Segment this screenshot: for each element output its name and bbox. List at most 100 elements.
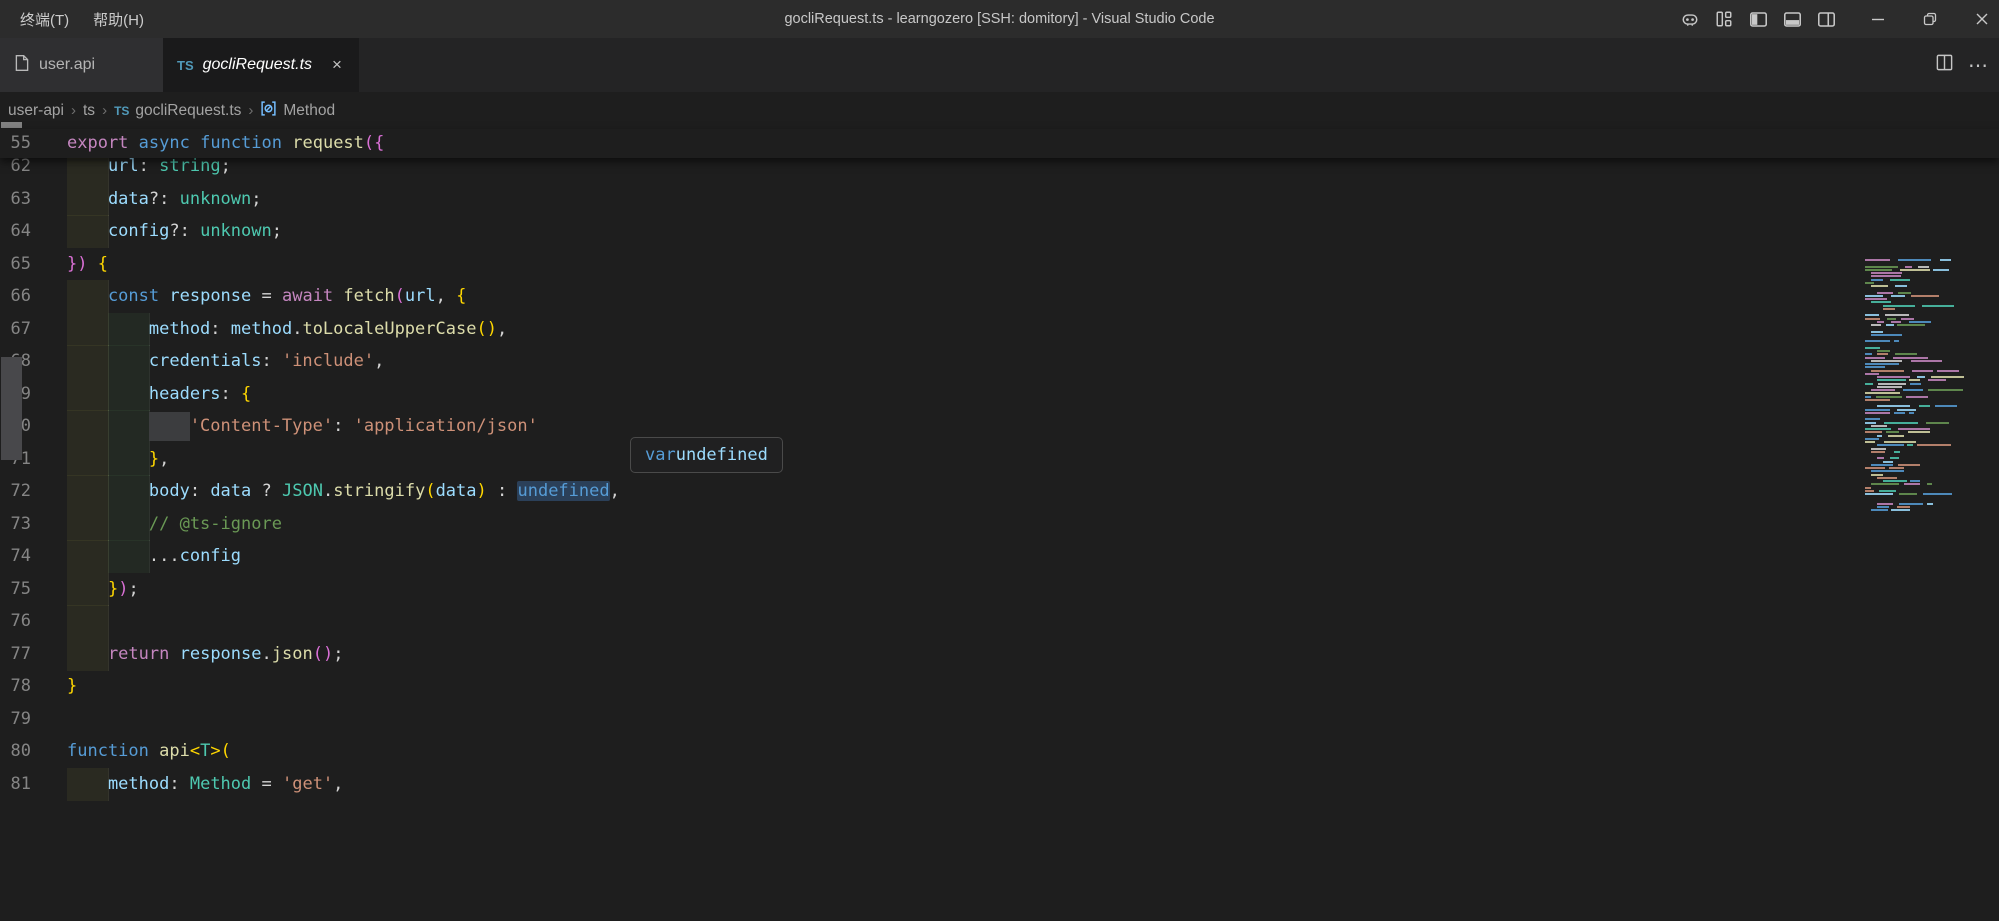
code-line-68[interactable]: 68credentials: 'include', xyxy=(0,345,1859,378)
ts-icon: TS xyxy=(114,104,129,118)
code-line-63[interactable]: 63 data?: unknown; xyxy=(0,183,1859,216)
indent-guide-band xyxy=(67,475,109,508)
tab-user-api[interactable]: user.api xyxy=(0,38,163,92)
customize-layout-icon[interactable] xyxy=(1707,0,1741,38)
code-line-66[interactable]: 66const response = await fetch(url, { xyxy=(0,280,1859,313)
code-text: method: method.toLocaleUpperCase(), xyxy=(149,313,507,346)
code-text: ...config xyxy=(149,540,241,573)
menu-terminal[interactable]: 终端(T) xyxy=(10,5,79,34)
indent-guide-band xyxy=(67,183,109,216)
code-text: // @ts-ignore xyxy=(149,508,282,541)
code-text: config?: unknown; xyxy=(108,215,282,248)
ts-icon: TS xyxy=(177,58,194,73)
indent-guide-band xyxy=(67,410,109,443)
close-icon[interactable] xyxy=(1965,0,1999,38)
indent-guide-band xyxy=(67,540,109,573)
hover-tooltip: var undefined xyxy=(630,437,783,473)
code-line-76[interactable]: 76 xyxy=(0,605,1859,638)
code-editor[interactable]: 62url: string;63data?: unknown;64config?… xyxy=(0,129,1999,792)
line-number[interactable]: 74 xyxy=(0,540,31,573)
indent-guide-band xyxy=(67,768,109,801)
code-text: } xyxy=(67,670,77,703)
indent-guide-band xyxy=(67,280,109,313)
code-text: headers: { xyxy=(149,378,251,411)
panel-bottom-icon[interactable] xyxy=(1775,0,1809,38)
line-number[interactable]: 76 xyxy=(0,605,31,638)
code-text: function api<T>( xyxy=(67,735,231,768)
line-number[interactable]: 63 xyxy=(0,183,31,216)
code-line-65[interactable]: 65 }) { xyxy=(0,248,1859,281)
code-text: return response.json(); xyxy=(108,638,344,671)
line-number[interactable]: 75 xyxy=(0,573,31,606)
code-line-80[interactable]: 80 function api<T>( xyxy=(0,735,1859,768)
tooltip-value: undefined xyxy=(676,445,768,465)
breadcrumb-item-ts-folder[interactable]: ts xyxy=(83,102,95,120)
tab-label: gocliRequest.ts xyxy=(203,56,312,74)
line-number[interactable]: 64 xyxy=(0,215,31,248)
breadcrumb-separator: › xyxy=(248,102,253,119)
breadcrumb-separator: › xyxy=(71,102,76,119)
tab-goclirequest[interactable]: TS gocliRequest.ts × xyxy=(163,38,359,92)
minimap[interactable] xyxy=(1860,258,1975,921)
line-number[interactable]: 65 xyxy=(0,248,31,281)
code-text: }) { xyxy=(67,248,108,281)
indent-guide-band xyxy=(67,508,109,541)
line-number[interactable]: 80 xyxy=(0,735,31,768)
scrollbar-thumb[interactable] xyxy=(1,357,22,460)
line-number[interactable]: 67 xyxy=(0,313,31,346)
breadcrumb-item-folder[interactable]: user-api xyxy=(8,102,64,120)
line-number[interactable]: 78 xyxy=(0,670,31,703)
indent-guide-band xyxy=(67,313,109,346)
breadcrumb-item-file[interactable]: TS gocliRequest.ts xyxy=(114,102,241,120)
line-number[interactable]: 66 xyxy=(0,280,31,313)
editor-actions: ⋯ xyxy=(1935,38,1989,92)
panel-right-icon[interactable] xyxy=(1809,0,1843,38)
code-line-75[interactable]: 75}); xyxy=(0,573,1859,606)
indent-guide-band xyxy=(108,345,150,378)
code-line-55[interactable]: 55export async function request({ xyxy=(0,129,1859,158)
line-number[interactable]: 79 xyxy=(0,703,31,736)
code-line-67[interactable]: 67 method: method.toLocaleUpperCase(), xyxy=(0,313,1859,346)
tab-close-icon[interactable]: × xyxy=(329,55,345,75)
copilot-icon[interactable] xyxy=(1673,0,1707,38)
panel-left-icon[interactable] xyxy=(1741,0,1775,38)
indent-guide-band xyxy=(67,573,109,606)
code-line-79[interactable]: 79 xyxy=(0,703,1859,736)
code-text: }); xyxy=(108,573,139,606)
indent-guide-band xyxy=(108,443,150,476)
sticky-scroll-line[interactable]: 55export async function request({ xyxy=(0,129,1999,158)
more-actions-icon[interactable]: ⋯ xyxy=(1968,53,1989,78)
code-text: data?: unknown; xyxy=(108,183,262,216)
breadcrumb: user-api › ts › TS gocliRequest.ts › Met… xyxy=(0,92,1999,129)
code-line-77[interactable]: 77 return response.json(); xyxy=(0,638,1859,671)
code-line-73[interactable]: 73 // @ts-ignore xyxy=(0,508,1859,541)
code-line-69[interactable]: 69headers: { xyxy=(0,378,1859,411)
breadcrumb-item-symbol[interactable]: Method xyxy=(260,100,335,122)
indent-guide-band xyxy=(67,378,109,411)
indent-guide-band xyxy=(108,475,150,508)
vscode-window: { "titlebar": { "menus": [ {"label": "终端… xyxy=(0,0,1999,792)
line-number[interactable]: 55 xyxy=(0,129,31,158)
tooltip-keyword: var xyxy=(645,445,676,465)
code-text: method: Method = 'get', xyxy=(108,768,343,801)
code-line-74[interactable]: 74 ...config xyxy=(0,540,1859,573)
indent-guide-band xyxy=(108,508,150,541)
line-number[interactable]: 81 xyxy=(0,768,31,801)
code-line-81[interactable]: 81 method: Method = 'get', xyxy=(0,768,1859,801)
indent-guide-band xyxy=(67,215,109,248)
minimize-icon[interactable] xyxy=(1861,0,1895,38)
line-number[interactable]: 73 xyxy=(0,508,31,541)
menu-help[interactable]: 帮助(H) xyxy=(83,5,154,34)
code-line-78[interactable]: 78} xyxy=(0,670,1859,703)
code-line-71[interactable]: 71}, xyxy=(0,443,1859,476)
indent-guide-band xyxy=(67,345,109,378)
code-line-70[interactable]: 70'Content-Type': 'application/json' xyxy=(0,410,1859,443)
split-editor-icon[interactable] xyxy=(1935,53,1954,77)
code-line-64[interactable]: 64 config?: unknown; xyxy=(0,215,1859,248)
line-number[interactable]: 77 xyxy=(0,638,31,671)
code-line-72[interactable]: 72 body: data ? JSON.stringify(data) : un… xyxy=(0,475,1859,508)
restore-icon[interactable] xyxy=(1913,0,1947,38)
code-text: body: data ? JSON.stringify(data) : unde… xyxy=(149,475,620,508)
tab-label: user.api xyxy=(39,56,95,74)
line-number[interactable]: 72 xyxy=(0,475,31,508)
